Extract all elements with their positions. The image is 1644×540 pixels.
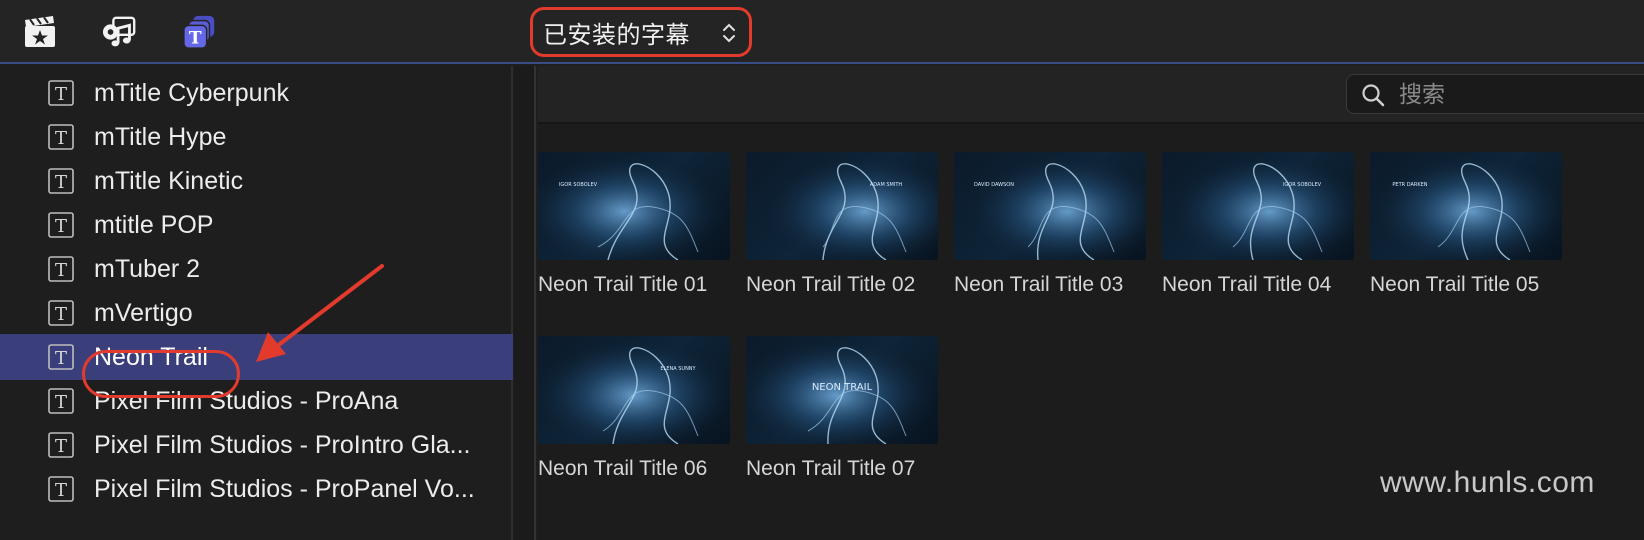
thumbnail-caption: IGOR SOBOLEV bbox=[1283, 182, 1322, 188]
sidebar-item-label: Pixel Film Studios - ProAna bbox=[94, 386, 399, 415]
title-t-icon: T bbox=[48, 256, 74, 282]
sidebar-item-label: mTitle Kinetic bbox=[94, 166, 244, 195]
svg-text:T: T bbox=[55, 128, 67, 149]
title-tile[interactable]: IGOR SOBOLEV Neon Trail Title 04 bbox=[1162, 152, 1354, 298]
sidebar-item[interactable]: Tmtitle POP bbox=[0, 202, 513, 248]
sidebar-item-label: Pixel Film Studios - ProPanel Vo... bbox=[94, 474, 475, 503]
browser-header bbox=[538, 66, 1644, 124]
svg-text:T: T bbox=[55, 260, 67, 281]
title-tile-label: Neon Trail Title 04 bbox=[1162, 273, 1332, 296]
sidebar-item[interactable]: TmTitle Kinetic bbox=[0, 158, 513, 204]
title-thumbnail: IGOR SOBOLEV bbox=[538, 152, 730, 260]
title-thumbnail: ELENA SUNNY bbox=[538, 336, 730, 444]
title-thumbnail: PETR DARKEN bbox=[1370, 152, 1562, 260]
thumbnail-caption: PETR DARKEN bbox=[1392, 182, 1427, 188]
title-tile[interactable]: ADAM SMITH Neon Trail Title 02 bbox=[746, 152, 938, 298]
title-tile[interactable]: DAVID DAWSON Neon Trail Title 03 bbox=[954, 152, 1146, 298]
svg-text:T: T bbox=[55, 436, 67, 457]
title-tile-label: Neon Trail Title 06 bbox=[538, 457, 708, 480]
title-tile[interactable]: ELENA SUNNY Neon Trail Title 06 bbox=[538, 336, 730, 482]
annotation-arrow bbox=[256, 264, 384, 362]
title-thumbnail: IGOR SOBOLEV bbox=[1162, 152, 1354, 260]
search-icon bbox=[1362, 84, 1385, 107]
title-t-icon: T bbox=[48, 300, 74, 326]
sidebar-item-label: mVertigo bbox=[94, 298, 193, 327]
sidebar-item-label: mTuber 2 bbox=[94, 254, 201, 283]
sidebar-item-label: Pixel Film Studios - ProIntro Gla... bbox=[94, 430, 471, 459]
up-down-chevron-icon bbox=[723, 23, 735, 43]
title-tile-label: Neon Trail Title 03 bbox=[954, 273, 1124, 296]
svg-text:T: T bbox=[55, 392, 67, 413]
sidebar-item[interactable]: T Pixel Film Studios - ProAna bbox=[0, 378, 513, 424]
title-thumbnail: ADAM SMITH bbox=[746, 152, 938, 260]
sidebar-item[interactable]: T Pixel Film Studios - ProIntro Gla... bbox=[0, 422, 513, 468]
title-tile-label: Neon Trail Title 05 bbox=[1370, 273, 1540, 296]
title-t-icon: T bbox=[48, 168, 74, 194]
sidebar-item-label: mTitle Cyberpunk bbox=[94, 78, 289, 107]
search-field[interactable] bbox=[1346, 74, 1644, 114]
sidebar-item[interactable]: TmTitle Hype bbox=[0, 114, 513, 160]
title-t-icon: T bbox=[48, 344, 74, 370]
title-t-icon: T bbox=[48, 476, 74, 502]
svg-text:T: T bbox=[55, 84, 67, 105]
sidebar-item[interactable]: TmTitle Cyberpunk bbox=[0, 70, 513, 116]
title-tile-label: Neon Trail Title 01 bbox=[538, 273, 708, 296]
svg-text:T: T bbox=[189, 28, 202, 48]
svg-text:T: T bbox=[55, 172, 67, 193]
sidebar-item-label: Neon Trail bbox=[94, 342, 208, 371]
sidebar-item-label: mtitle POP bbox=[94, 210, 214, 239]
thumbnail-caption: IGOR SOBOLEV bbox=[559, 182, 598, 188]
title-t-icon: T bbox=[48, 432, 74, 458]
svg-text:T: T bbox=[55, 304, 67, 325]
thumbnail-caption: ELENA SUNNY bbox=[660, 366, 696, 372]
popup-label: 已安装的字幕 bbox=[543, 20, 690, 49]
thumbnail-caption: NEON TRAIL bbox=[812, 382, 873, 393]
top-toolbar: T 已安装的字幕 bbox=[0, 0, 1644, 64]
title-t-icon: T bbox=[48, 388, 74, 414]
music-photo-icon[interactable] bbox=[102, 14, 138, 50]
svg-text:T: T bbox=[55, 348, 67, 369]
title-tile-label: Neon Trail Title 02 bbox=[746, 273, 916, 296]
title-category-popup[interactable]: 已安装的字幕 bbox=[530, 7, 752, 57]
title-tile[interactable]: NEON TRAIL Neon Trail Title 07 bbox=[746, 336, 938, 482]
title-thumbnail: DAVID DAWSON bbox=[954, 152, 1146, 260]
sidebar-scrollbar[interactable] bbox=[514, 66, 536, 540]
search-input[interactable] bbox=[1399, 80, 1639, 110]
title-thumbnail: NEON TRAIL bbox=[746, 336, 938, 444]
titles-icon[interactable]: T bbox=[182, 14, 218, 50]
film-clapper-icon[interactable] bbox=[22, 14, 58, 50]
svg-text:T: T bbox=[55, 480, 67, 501]
thumbnail-caption: ADAM SMITH bbox=[870, 182, 903, 188]
sidebar-item[interactable]: T Pixel Film Studios - ProPanel Vo... bbox=[0, 466, 513, 512]
svg-text:T: T bbox=[55, 216, 67, 237]
watermark: www.hunls.com bbox=[1380, 466, 1595, 499]
title-t-icon: T bbox=[48, 212, 74, 238]
sidebar-item-label: mTitle Hype bbox=[94, 122, 227, 151]
title-tile-label: Neon Trail Title 07 bbox=[746, 457, 916, 480]
title-tile[interactable]: PETR DARKEN Neon Trail Title 05 bbox=[1370, 152, 1562, 298]
thumbnail-caption: DAVID DAWSON bbox=[974, 182, 1014, 188]
title-tile[interactable]: IGOR SOBOLEV Neon Trail Title 01 bbox=[538, 152, 730, 298]
title-t-icon: T bbox=[48, 80, 74, 106]
title-t-icon: T bbox=[48, 124, 74, 150]
